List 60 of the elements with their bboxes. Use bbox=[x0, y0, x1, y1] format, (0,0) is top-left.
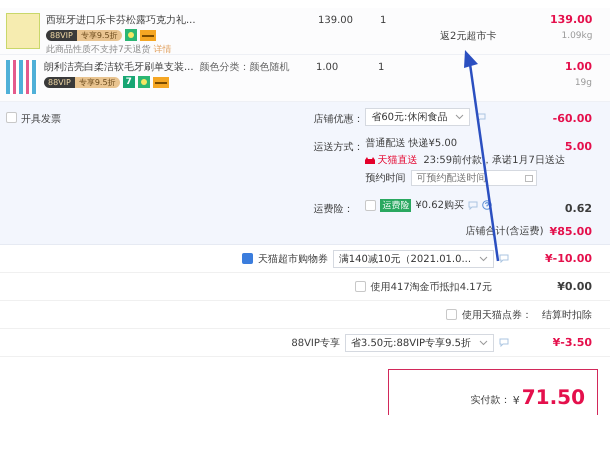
promo-text: 返2元超市卡 bbox=[440, 31, 496, 42]
item-weight: 1.09kg bbox=[561, 31, 592, 41]
currency-sign: ¥ bbox=[512, 394, 520, 407]
card-icon bbox=[140, 30, 156, 40]
field-label: 运费险： bbox=[313, 202, 354, 216]
service-icon bbox=[138, 76, 150, 88]
item-total: 139.00 bbox=[550, 13, 592, 26]
return-policy-note: 此商品性质不支持7天退货 bbox=[46, 45, 151, 55]
points-label: 使用天猫点券： bbox=[462, 308, 532, 322]
product-title[interactable]: 朗利洁亮白柔洁软毛牙刷单支装... bbox=[44, 60, 194, 74]
unit-price: 139.00 bbox=[318, 14, 354, 26]
points-checkbox[interactable] bbox=[446, 309, 457, 320]
insurance-checkbox[interactable] bbox=[365, 200, 376, 210]
insurance-price: ¥0.62购买 bbox=[415, 199, 464, 212]
discount-dropdown[interactable]: 省60元:休闲食品 bbox=[365, 108, 470, 126]
product-title[interactable]: 西班牙进口乐卡芬松露巧克力礼... bbox=[46, 13, 196, 27]
caret-icon bbox=[479, 340, 488, 346]
caret-icon bbox=[455, 114, 464, 120]
product-spec: 颜色分类：颜色随机 bbox=[200, 60, 290, 74]
invoice-label: 开具发票 bbox=[21, 113, 61, 126]
vip-discount-label: 88VIP专享 bbox=[291, 336, 340, 350]
help-icon[interactable] bbox=[482, 200, 492, 210]
vip-discount-dropdown[interactable]: 省3.50元:88VIP专享9.5折 bbox=[344, 334, 494, 352]
delivery-promise: 23:59前付款，承诺1月7日送达 bbox=[423, 154, 565, 167]
quantity: 1 bbox=[378, 61, 386, 73]
field-label: 店铺优惠： bbox=[313, 112, 360, 126]
schedule-label: 预约时间 bbox=[365, 172, 406, 185]
shipping-amount: 5.00 bbox=[564, 139, 592, 153]
coupon-label: 天猫超市购物券 bbox=[258, 252, 328, 266]
coupon-checkbox[interactable] bbox=[242, 253, 253, 264]
coins-amount: ¥0.00 bbox=[556, 280, 592, 293]
delivery-brand: 天猫直送 bbox=[365, 153, 418, 167]
calendar-icon bbox=[525, 175, 534, 182]
cat-icon bbox=[365, 156, 376, 164]
tag-badge: 7 bbox=[122, 76, 135, 88]
product-photo-placeholder bbox=[6, 13, 40, 49]
coupon-dropdown[interactable]: 满140减10元（2021.01.0... bbox=[332, 250, 494, 268]
payment-label: 实付款： bbox=[470, 394, 511, 407]
coins-checkbox[interactable] bbox=[354, 281, 366, 292]
vip-discount-amount: ¥-3.50 bbox=[552, 336, 592, 349]
quantity: 1 bbox=[380, 14, 388, 26]
caret-icon bbox=[479, 256, 488, 262]
insurance-amount: 0.62 bbox=[564, 201, 592, 215]
unit-price: 1.00 bbox=[316, 61, 340, 73]
shop-total: ¥85.00 bbox=[550, 224, 592, 238]
item-weight: 19g bbox=[574, 78, 592, 88]
invoice-checkbox[interactable] bbox=[6, 112, 17, 123]
service-icon bbox=[124, 29, 137, 41]
chat-icon[interactable] bbox=[476, 112, 486, 122]
points-note: 结算时扣除 bbox=[541, 308, 592, 322]
product-photo-placeholder bbox=[6, 60, 38, 94]
coins-label: 使用417淘金币抵扣4.17元 bbox=[370, 280, 492, 294]
insurance-badge: 运费险 bbox=[380, 198, 412, 212]
field-label: 运送方式： bbox=[313, 140, 360, 154]
discount-amount: -60.00 bbox=[552, 111, 592, 125]
payment-amount: 71.50 bbox=[522, 387, 585, 407]
shipping-method: 普通配送 快递¥5.00 bbox=[365, 136, 458, 150]
card-icon bbox=[152, 76, 169, 88]
coupon-amount: ¥-10.00 bbox=[544, 252, 592, 265]
item-total: 1.00 bbox=[564, 60, 592, 73]
